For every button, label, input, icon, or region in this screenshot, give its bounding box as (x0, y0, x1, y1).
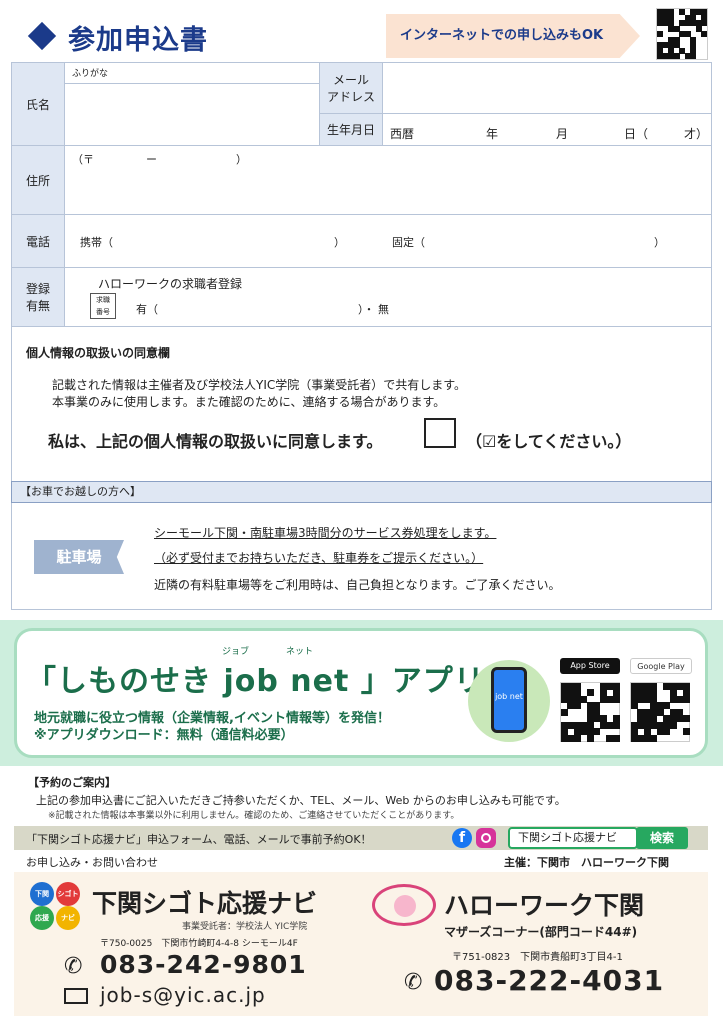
parking-line1: シーモール下関・南駐車場3時間分のサービス券処理をします。 (154, 526, 497, 540)
qr-module (701, 31, 708, 38)
qr-module (612, 721, 620, 729)
app-title: 「しものせき job net 」アプリ (26, 664, 485, 699)
qr-module (657, 31, 663, 38)
hellowork-face-icon (394, 895, 416, 917)
qr-module (573, 734, 581, 742)
landline-close: ） (654, 236, 665, 249)
parking-line3: 近隣の有料駐車場等をご利用時は、自己負担となります。ご了承ください。 (154, 578, 561, 592)
search-button[interactable]: 検索 (636, 827, 688, 849)
qr-module (612, 734, 620, 742)
yic-name: 下関シゴト応援ナビ (92, 889, 318, 918)
qr-code-ios-icon[interactable] (560, 682, 620, 742)
reservation-title: 【予約のご案内】 (28, 776, 116, 789)
qr-module (673, 53, 680, 60)
qr-module (573, 702, 581, 710)
reservation-line1: 上記の参加申込書にご記入いただきご持参いただくか、TEL、メール、Web からの… (36, 794, 566, 807)
qr-module (682, 715, 690, 723)
mobile-label: 携帯（ (80, 236, 113, 249)
facebook-icon[interactable]: f (452, 828, 472, 848)
qr-module (593, 728, 601, 736)
birth-year: 年 (486, 127, 499, 141)
landline-label: 固定（ (392, 236, 425, 249)
registration-no: ）・ 無 (358, 303, 389, 316)
page-title: 参加申込書 (68, 25, 208, 56)
name-field[interactable] (64, 83, 320, 146)
title-diamond-icon (27, 21, 57, 51)
email-field[interactable] (382, 62, 712, 114)
address-label: 住所 (11, 145, 65, 215)
hellowork-address: 〒751-0823 下関市貴船町3丁目4-1 (452, 952, 623, 963)
address-field[interactable] (64, 145, 712, 215)
google-play-button[interactable]: Google Play (630, 658, 692, 674)
privacy-agree-note: （☑をしてください。） (466, 432, 632, 451)
qr-code-icon[interactable] (656, 8, 708, 60)
qr-module (690, 53, 697, 60)
registration-yes: 有（ (136, 303, 158, 316)
hellowork-name: ハローワーク下関 (444, 891, 645, 920)
postal-close: ） (236, 153, 247, 166)
qr-module (701, 20, 708, 27)
privacy-line2: 本事業のみに使用します。また確認のために、連絡する場合があります。 (52, 395, 446, 409)
qr-module (586, 689, 594, 697)
yic-logo-dot-2: シゴト (56, 882, 80, 906)
birth-day: 日（ (624, 127, 649, 141)
yic-sub: 事業受託者：学校法人 YIC学院 (182, 922, 308, 932)
yic-mail[interactable]: job-s@yic.ac.jp (100, 983, 266, 1007)
yic-logo-dot-3: 応援 (30, 906, 54, 930)
yic-tel[interactable]: 083-242-9801 (100, 950, 307, 979)
qr-module (682, 695, 690, 703)
qr-code-android-icon[interactable] (630, 682, 690, 742)
yic-address: 〒750-0025 下関市竹崎町4-4-8 シーモール4F (100, 939, 298, 949)
email-label: メール アドレス (319, 62, 383, 114)
app-store-button[interactable]: App Store (560, 658, 620, 674)
birth-field[interactable] (382, 113, 712, 146)
phone-icon: ✆ (404, 970, 423, 995)
qr-module (682, 728, 690, 736)
name-label: 氏名 (11, 62, 65, 146)
phone-icon: ✆ (64, 954, 83, 979)
reservation-line2: ※記載された情報は本事業以外に利用しません。確認のため、ご連絡させていただくこと… (48, 811, 460, 821)
yic-logo-dot-4: ナビ (56, 906, 80, 930)
parking-label: 駐車場 (34, 540, 124, 574)
car-section-header: 【お車でお越しの方へ】 (11, 481, 712, 503)
booking-bar-text: 「下関シゴト応援ナビ」申込フォーム、電話、メールで事前予約OK！ (26, 833, 372, 846)
contact-label: お申し込み・お問い合わせ (26, 856, 158, 869)
yic-logo-dot-1: 下関 (30, 882, 54, 906)
qr-module (561, 708, 568, 716)
birth-month: 月 (556, 127, 569, 141)
agree-checkbox[interactable] (424, 418, 456, 448)
qr-module (650, 734, 658, 742)
mail-icon (64, 988, 88, 1004)
parking-line2: （必ず受付までお持ちいただき、駐車券をご提示ください。） (154, 551, 484, 565)
postal-dash: ー (146, 153, 157, 166)
postal-open: （〒 (72, 153, 94, 166)
hellowork-sub: マザーズコーナー(部門コード44#) (444, 925, 638, 939)
phone-label: 電話 (11, 214, 65, 268)
birth-age: 才） (684, 127, 709, 141)
registration-title: ハローワークの求職者登録 (98, 277, 243, 291)
internet-ok-banner: インターネットでの申し込みもOK (386, 14, 640, 58)
privacy-line1: 記載された情報は主催者及び学校法人YIC学院（事業受託者）で共有します。 (52, 378, 467, 392)
job-number-badge: 求職 番号 (90, 293, 116, 319)
registration-label: 登録 有無 (11, 267, 65, 327)
organizer-label: 主催：下関市 ハローワーク下関 (504, 856, 669, 869)
qr-module (586, 734, 594, 742)
birth-era: 西暦 (390, 127, 415, 141)
phone-field[interactable] (64, 214, 712, 268)
search-input[interactable]: 下関シゴト応援ナビ (508, 827, 638, 849)
privacy-agree: 私は、上記の個人情報の取扱いに同意します。 (48, 432, 383, 451)
instagram-lens-icon (481, 833, 491, 843)
qr-module (669, 721, 677, 729)
privacy-title: 個人情報の取扱いの同意欄 (26, 346, 171, 360)
app-line2: ※アプリダウンロード：無料（通信料必要） (34, 728, 294, 743)
hellowork-tel[interactable]: 083-222-4031 (434, 964, 664, 997)
mobile-close: ） (334, 236, 345, 249)
phone-icon: job net (491, 667, 527, 733)
birth-label: 生年月日 (319, 113, 383, 146)
qr-module (663, 728, 671, 736)
qr-module (612, 695, 620, 703)
furigana-label: ふりがな (72, 69, 109, 79)
